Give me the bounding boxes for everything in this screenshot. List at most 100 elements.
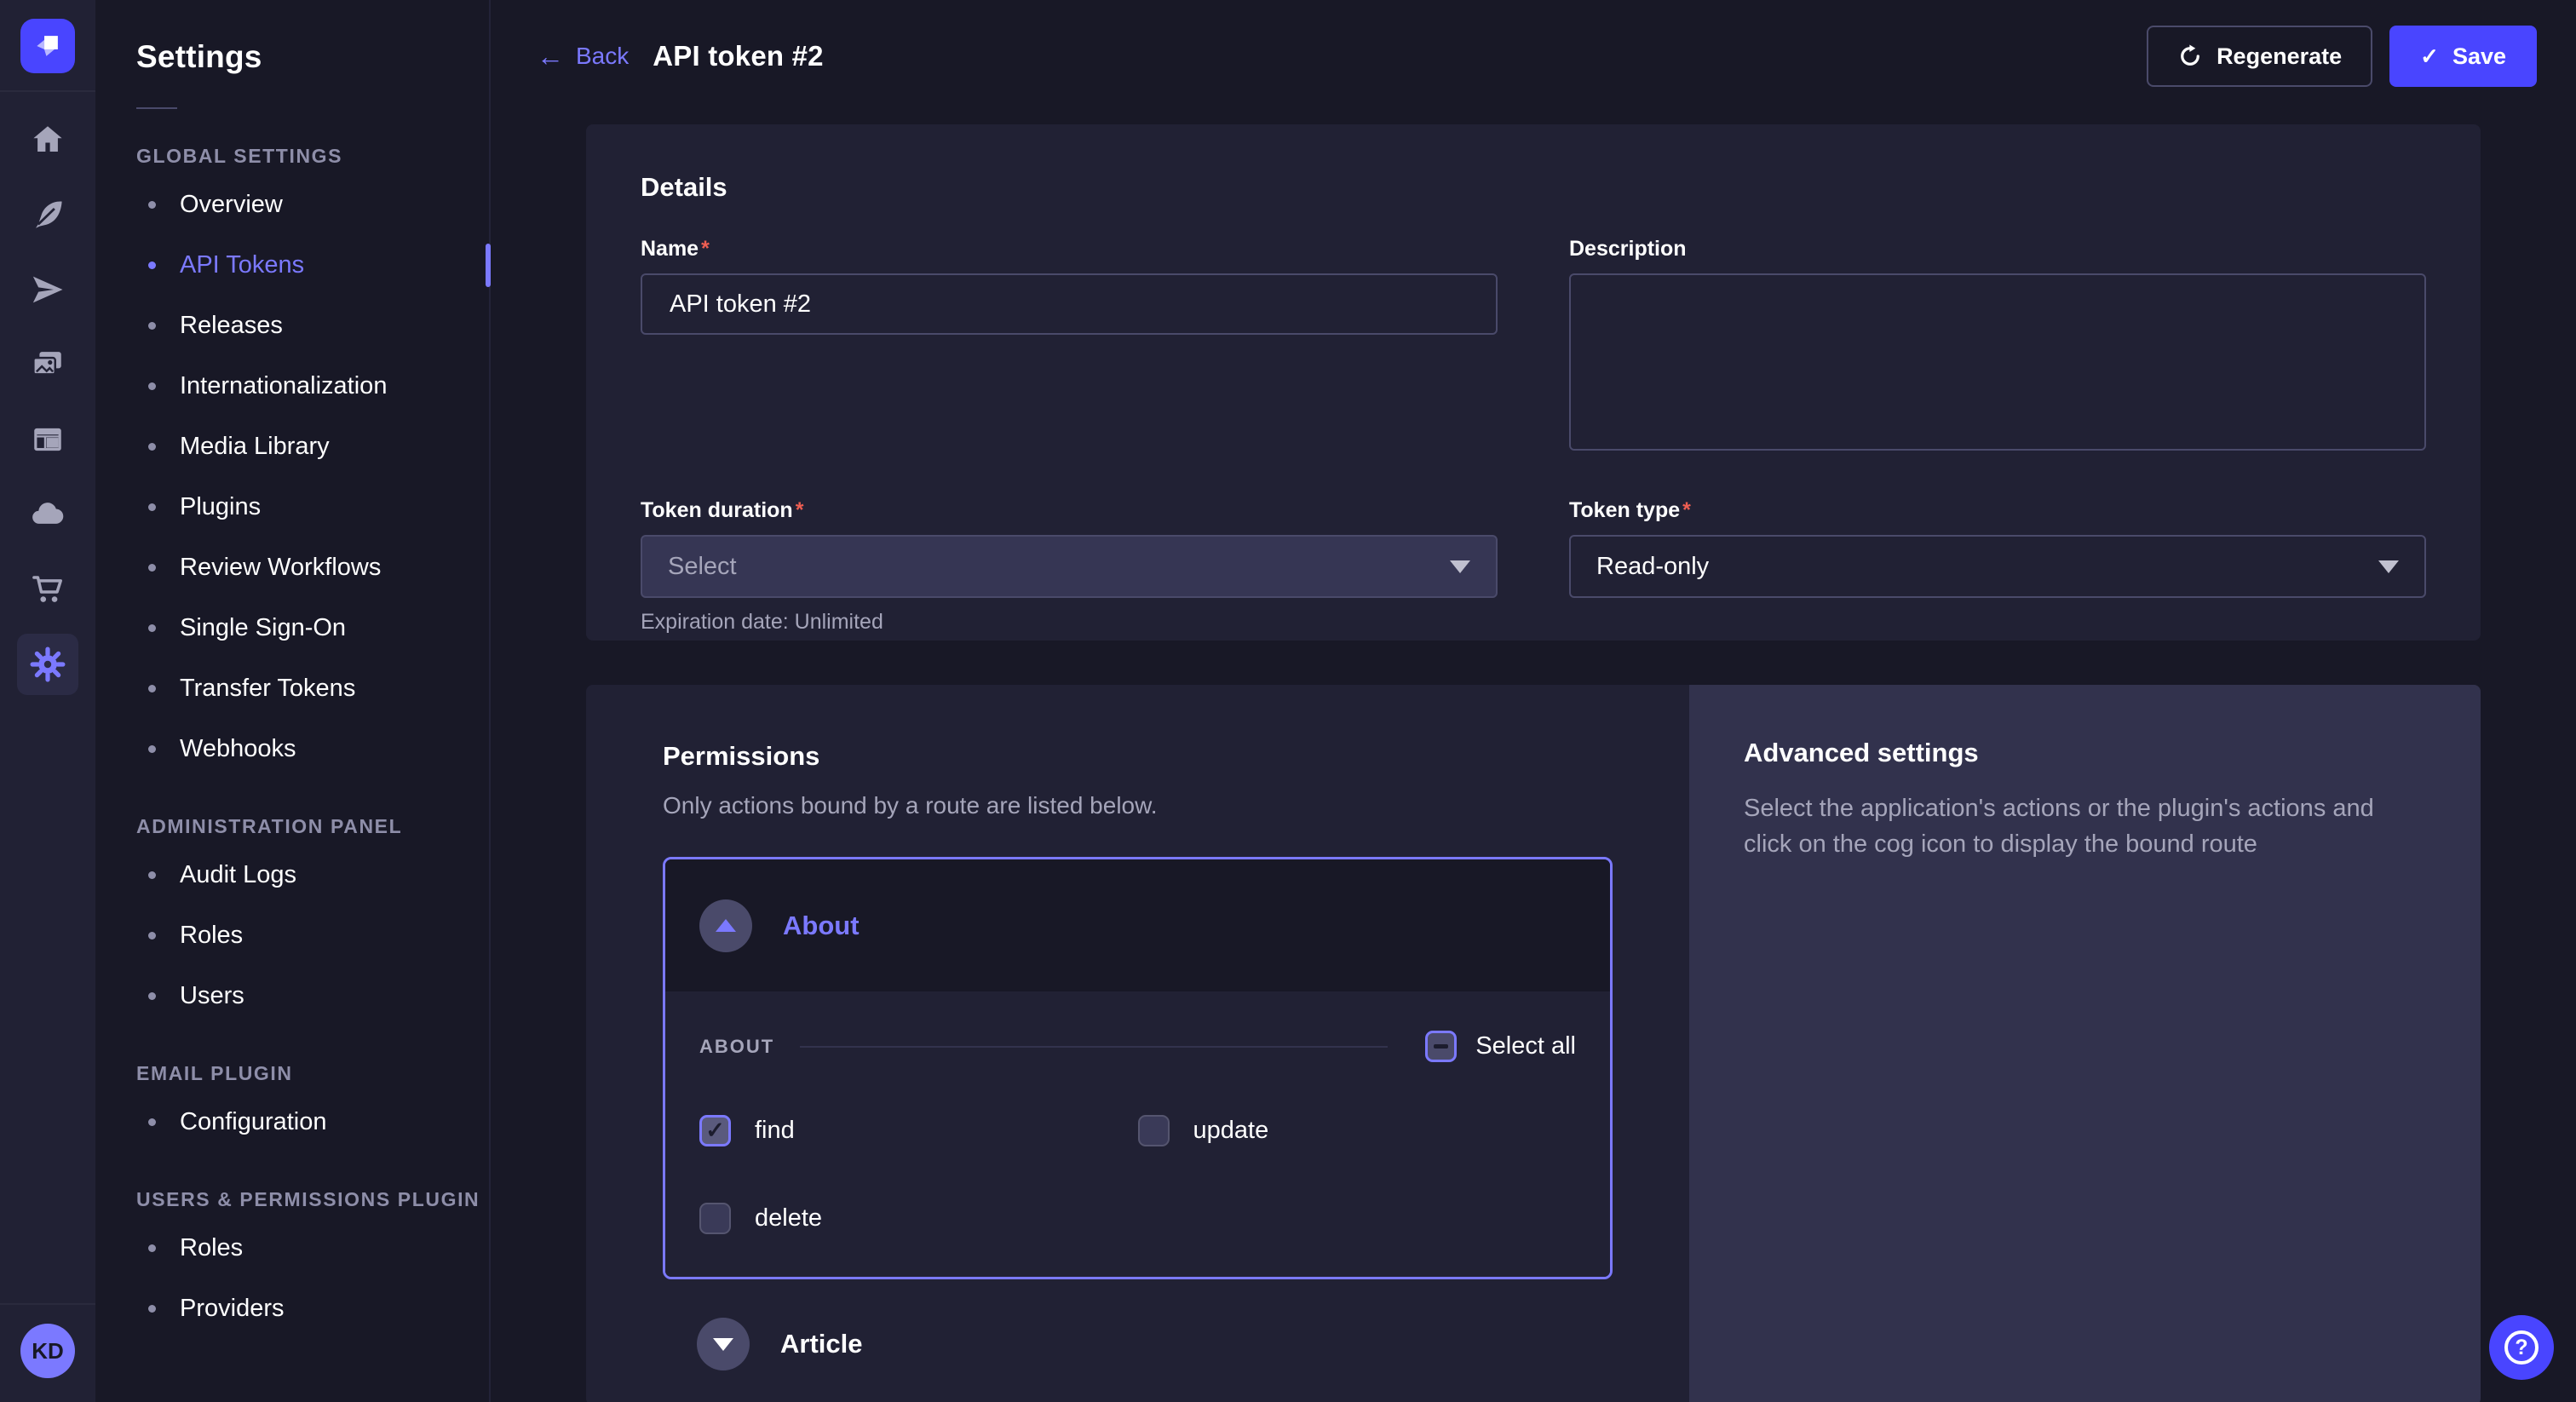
regenerate-button[interactable]: Regenerate: [2147, 26, 2372, 87]
description-field-group: Description: [1569, 237, 2426, 451]
name-input[interactable]: API token #2: [641, 273, 1498, 335]
main-nav-rail: KD: [0, 0, 95, 1402]
advanced-settings-description: Select the application's actions or the …: [1744, 790, 2426, 862]
section-email-plugin: EMAIL PLUGIN: [95, 1062, 489, 1085]
sidebar-item-webhooks[interactable]: Webhooks: [95, 719, 489, 779]
layout-icon: [30, 422, 66, 457]
type-field-group: Token type* Read-only: [1569, 498, 2426, 635]
nav-media-library[interactable]: [0, 327, 95, 402]
name-label: Name*: [641, 237, 1498, 261]
action-delete: delete: [699, 1203, 1138, 1234]
question-mark-icon: ?: [2504, 1330, 2539, 1365]
nav-home[interactable]: [0, 102, 95, 177]
header-actions: Regenerate ✓ Save: [2147, 26, 2537, 87]
duration-select[interactable]: Select: [641, 535, 1498, 598]
permissions-panel: Permissions Only actions bound by a rout…: [586, 685, 1689, 1402]
sidebar-item-internationalization[interactable]: Internationalization: [95, 356, 489, 417]
details-form: Name* API token #2 Description Token dur…: [641, 237, 2426, 635]
bullet-icon: [148, 685, 156, 692]
sidebar-item-email-configuration[interactable]: Configuration: [95, 1092, 489, 1152]
bullet-icon: [148, 322, 156, 330]
sidebar-item-media-library[interactable]: Media Library: [95, 417, 489, 477]
about-subheader: ABOUT Select all: [699, 1031, 1576, 1062]
bullet-icon: [148, 503, 156, 511]
required-marker: *: [1682, 498, 1691, 522]
refresh-icon: [2177, 43, 2203, 69]
type-select[interactable]: Read-only: [1569, 535, 2426, 598]
sidebar-item-transfer-tokens[interactable]: Transfer Tokens: [95, 658, 489, 719]
home-icon: [30, 122, 66, 158]
save-button[interactable]: ✓ Save: [2389, 26, 2537, 87]
nav-content-manager[interactable]: [0, 402, 95, 477]
bullet-icon: [148, 382, 156, 390]
sidebar-item-review-workflows[interactable]: Review Workflows: [95, 537, 489, 598]
description-textarea[interactable]: [1569, 273, 2426, 451]
accordion-about: About ABOUT Select all ✓ find: [663, 857, 1613, 1279]
sidebar-item-releases[interactable]: Releases: [95, 296, 489, 356]
required-marker: *: [701, 237, 710, 261]
sidebar-item-up-providers[interactable]: Providers: [95, 1278, 489, 1339]
about-section-label: ABOUT: [699, 1036, 774, 1058]
back-arrow-icon: ←: [537, 43, 564, 70]
select-all-checkbox[interactable]: [1425, 1031, 1457, 1062]
sidebar-title-divider: [136, 107, 177, 109]
collapse-toggle-button[interactable]: [699, 899, 752, 952]
type-label: Token type*: [1569, 498, 2426, 523]
content-area: Details Name* API token #2 Description T…: [491, 99, 2576, 1402]
main-content: ← Back API token #2 Regenerate ✓ Save De…: [491, 0, 2576, 1402]
section-users-permissions-plugin: USERS & PERMISSIONS PLUGIN: [95, 1188, 489, 1211]
sidebar-title: Settings: [95, 39, 489, 75]
back-button[interactable]: ← Back: [537, 43, 629, 70]
find-checkbox[interactable]: ✓: [699, 1115, 731, 1146]
nav-deploy[interactable]: [0, 252, 95, 327]
accordion-about-body: ABOUT Select all ✓ find: [665, 991, 1610, 1277]
sidebar-item-admin-roles[interactable]: Roles: [95, 905, 489, 966]
sidebar-item-admin-users[interactable]: Users: [95, 966, 489, 1026]
sidebar-item-overview[interactable]: Overview: [95, 175, 489, 235]
settings-gear-icon: [30, 646, 66, 682]
nav-cloud[interactable]: [0, 477, 95, 552]
expand-toggle-button[interactable]: [697, 1318, 750, 1370]
cloud-icon: [30, 497, 66, 532]
sidebar-item-up-roles[interactable]: Roles: [95, 1218, 489, 1278]
chevron-down-icon: [2378, 560, 2399, 573]
strapi-logo[interactable]: [20, 19, 75, 73]
page-header: ← Back API token #2 Regenerate ✓ Save: [491, 0, 2576, 99]
indeterminate-dash-icon: [1434, 1044, 1448, 1049]
permissions-subtitle: Only actions bound by a route are listed…: [663, 792, 1613, 819]
section-administration-panel: ADMINISTRATION PANEL: [95, 815, 489, 838]
nav-content[interactable]: [0, 177, 95, 252]
duration-hint: Expiration date: Unlimited: [641, 610, 1498, 635]
settings-sidebar: Settings GLOBAL SETTINGS Overview API To…: [95, 0, 491, 1402]
duration-label: Token duration*: [641, 498, 1498, 523]
nav-settings-active-bg: [17, 634, 78, 695]
bullet-icon: [148, 624, 156, 632]
rail-icons: [0, 102, 95, 702]
check-icon: ✓: [705, 1118, 725, 1144]
sidebar-item-audit-logs[interactable]: Audit Logs: [95, 845, 489, 905]
bullet-icon: [148, 201, 156, 209]
divider: [800, 1046, 1388, 1048]
accordion-about-header[interactable]: About: [665, 859, 1610, 991]
user-avatar[interactable]: KD: [20, 1324, 75, 1378]
nav-settings[interactable]: [0, 627, 95, 702]
required-marker: *: [796, 498, 804, 522]
delete-checkbox[interactable]: [699, 1203, 731, 1234]
strapi-logo-icon: [32, 30, 64, 62]
cart-icon: [30, 572, 66, 607]
accordion-article-header[interactable]: Article: [663, 1279, 1613, 1402]
sidebar-item-plugins[interactable]: Plugins: [95, 477, 489, 537]
bullet-icon: [148, 745, 156, 753]
help-button[interactable]: ?: [2489, 1315, 2554, 1380]
permissions-card: Permissions Only actions bound by a rout…: [586, 685, 2481, 1402]
page-title: API token #2: [653, 40, 823, 72]
details-card: Details Name* API token #2 Description T…: [586, 124, 2481, 641]
bullet-icon: [148, 564, 156, 572]
description-label: Description: [1569, 237, 2426, 261]
sidebar-item-api-tokens[interactable]: API Tokens: [95, 235, 489, 296]
section-global-settings: GLOBAL SETTINGS: [95, 145, 489, 168]
update-checkbox[interactable]: [1138, 1115, 1170, 1146]
sidebar-item-single-sign-on[interactable]: Single Sign-On: [95, 598, 489, 658]
nav-marketplace[interactable]: [0, 552, 95, 627]
bullet-icon: [148, 1305, 156, 1313]
